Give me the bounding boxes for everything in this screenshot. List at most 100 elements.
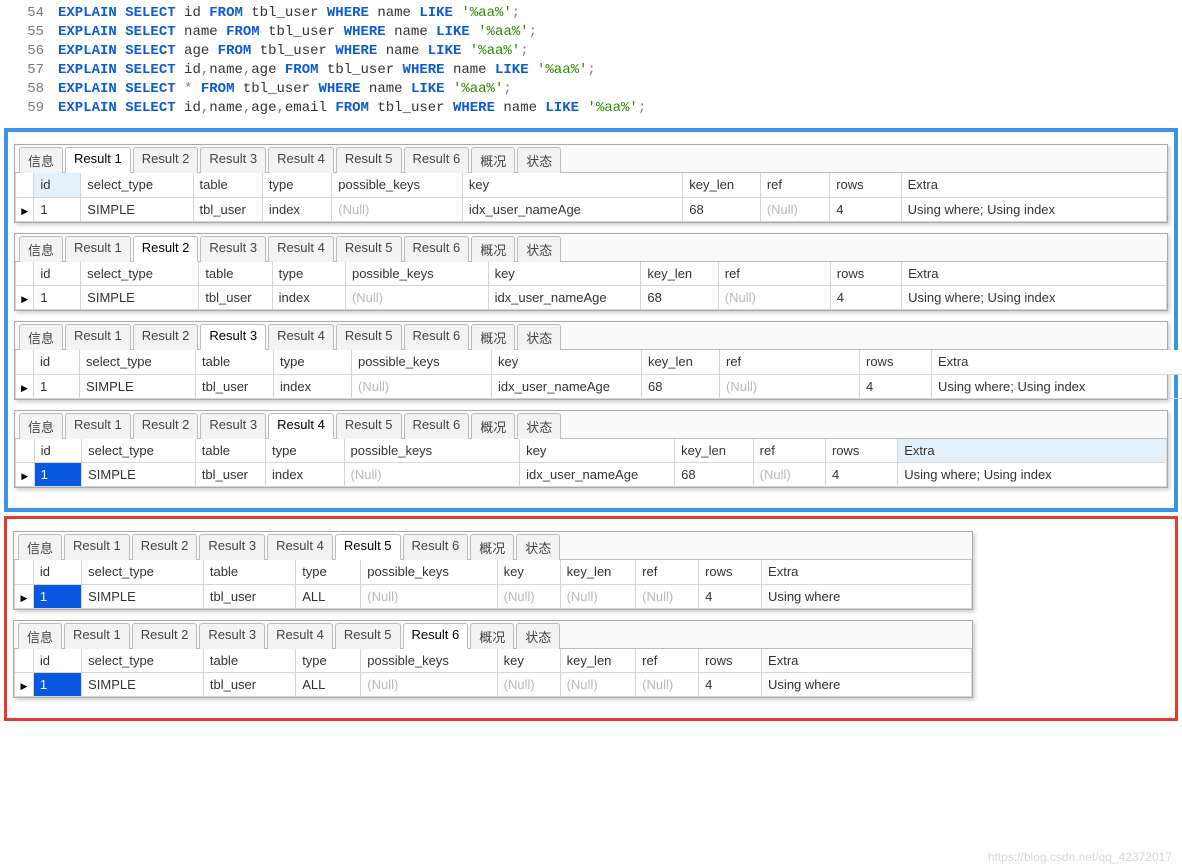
tab-状态[interactable]: 状态	[516, 623, 560, 649]
col-header-ref[interactable]: ref	[760, 173, 829, 197]
code-text[interactable]: EXPLAIN SELECT age FROM tbl_user WHERE n…	[58, 42, 529, 61]
col-header-possible_keys[interactable]: possible_keys	[345, 262, 488, 286]
col-header-table[interactable]: table	[193, 173, 262, 197]
col-header-key_len[interactable]: key_len	[683, 173, 761, 197]
col-header-select_type[interactable]: select_type	[80, 350, 196, 374]
cell-ref[interactable]: (Null)	[720, 374, 860, 398]
cell-table[interactable]: tbl_user	[195, 463, 265, 487]
tab-result1[interactable]: Result 1	[64, 623, 130, 649]
col-header-rows[interactable]: rows	[699, 649, 762, 673]
table-row[interactable]: 1SIMPLEtbl_userindex(Null)idx_user_nameA…	[16, 197, 1167, 221]
code-text[interactable]: EXPLAIN SELECT id,name,age,email FROM tb…	[58, 99, 646, 118]
tab-result1[interactable]: Result 1	[65, 236, 131, 262]
cell-select_type[interactable]: SIMPLE	[82, 463, 196, 487]
table-row[interactable]: 1SIMPLEtbl_userALL(Null)(Null)(Null)(Nul…	[15, 673, 972, 697]
cell-table[interactable]: tbl_user	[196, 374, 274, 398]
tab-概况[interactable]: 概况	[470, 623, 514, 649]
cell-possible_keys[interactable]: (Null)	[361, 673, 497, 697]
tab-result5[interactable]: Result 5	[335, 623, 401, 649]
col-header-select_type[interactable]: select_type	[82, 560, 204, 584]
tab-概况[interactable]: 概况	[470, 534, 514, 560]
tab-result2[interactable]: Result 2	[133, 324, 199, 350]
cell-id[interactable]: 1	[33, 673, 81, 697]
cell-type[interactable]: index	[272, 286, 345, 310]
explain-grid[interactable]: idselect_typetabletypepossible_keyskeyke…	[14, 560, 972, 609]
cell-key_len[interactable]: (Null)	[560, 673, 636, 697]
cell-table[interactable]: tbl_user	[203, 584, 295, 608]
col-header-id[interactable]: id	[34, 262, 81, 286]
cell-ref[interactable]: (Null)	[753, 463, 825, 487]
tab-信息[interactable]: 信息	[19, 147, 63, 173]
col-header-possible_keys[interactable]: possible_keys	[344, 439, 520, 463]
cell-table[interactable]: tbl_user	[193, 197, 262, 221]
cell-table[interactable]: tbl_user	[203, 673, 295, 697]
col-header-type[interactable]: type	[296, 560, 361, 584]
col-header-type[interactable]: type	[266, 439, 345, 463]
tab-result4[interactable]: Result 4	[268, 413, 334, 439]
col-header-select_type[interactable]: select_type	[82, 439, 196, 463]
tab-result3[interactable]: Result 3	[200, 324, 266, 350]
tab-result4[interactable]: Result 4	[268, 236, 334, 262]
col-header-key[interactable]: key	[492, 350, 642, 374]
editor-line[interactable]: 59EXPLAIN SELECT id,name,age,email FROM …	[0, 99, 1182, 118]
cell-key[interactable]: (Null)	[497, 673, 560, 697]
cell-ref[interactable]: (Null)	[636, 673, 699, 697]
cell-rows[interactable]: 4	[830, 286, 901, 310]
tab-信息[interactable]: 信息	[18, 534, 62, 560]
col-header-select_type[interactable]: select_type	[81, 262, 199, 286]
tab-result5[interactable]: Result 5	[336, 147, 402, 173]
col-header-key_len[interactable]: key_len	[560, 560, 636, 584]
col-header-ref[interactable]: ref	[753, 439, 825, 463]
tab-result5[interactable]: Result 5	[336, 236, 402, 262]
editor-line[interactable]: 56EXPLAIN SELECT age FROM tbl_user WHERE…	[0, 42, 1182, 61]
editor-line[interactable]: 58EXPLAIN SELECT * FROM tbl_user WHERE n…	[0, 80, 1182, 99]
tab-信息[interactable]: 信息	[19, 413, 63, 439]
table-row[interactable]: 1SIMPLEtbl_userindex(Null)idx_user_nameA…	[16, 374, 1182, 398]
tab-result5[interactable]: Result 5	[336, 413, 402, 439]
tab-result6[interactable]: Result 6	[404, 324, 470, 350]
col-header-table[interactable]: table	[195, 439, 265, 463]
tab-result6[interactable]: Result 6	[404, 147, 470, 173]
cell-extra[interactable]: Using where	[762, 584, 972, 608]
cell-extra[interactable]: Using where; Using index	[901, 197, 1166, 221]
cell-possible_keys[interactable]: (Null)	[361, 584, 497, 608]
col-header-extra[interactable]: Extra	[902, 262, 1167, 286]
cell-select_type[interactable]: SIMPLE	[80, 374, 196, 398]
code-text[interactable]: EXPLAIN SELECT id,name,age FROM tbl_user…	[58, 61, 596, 80]
tab-状态[interactable]: 状态	[517, 147, 561, 173]
col-header-key_len[interactable]: key_len	[641, 262, 718, 286]
col-header-ref[interactable]: ref	[636, 560, 699, 584]
cell-possible_keys[interactable]: (Null)	[352, 374, 492, 398]
cell-key[interactable]: idx_user_nameAge	[488, 286, 641, 310]
col-header-rows[interactable]: rows	[860, 350, 932, 374]
tab-信息[interactable]: 信息	[19, 324, 63, 350]
tab-result2[interactable]: Result 2	[133, 413, 199, 439]
cell-rows[interactable]: 4	[699, 673, 762, 697]
col-header-extra[interactable]: Extra	[762, 649, 972, 673]
cell-key_len[interactable]: (Null)	[560, 584, 636, 608]
col-header-id[interactable]: id	[33, 649, 81, 673]
cell-possible_keys[interactable]: (Null)	[344, 463, 520, 487]
tab-result3[interactable]: Result 3	[199, 623, 265, 649]
cell-possible_keys[interactable]: (Null)	[345, 286, 488, 310]
col-header-key[interactable]: key	[497, 649, 560, 673]
col-header-extra[interactable]: Extra	[762, 560, 972, 584]
cell-key_len[interactable]: 68	[683, 197, 761, 221]
cell-rows[interactable]: 4	[699, 584, 762, 608]
col-header-key[interactable]: key	[462, 173, 682, 197]
col-header-rows[interactable]: rows	[825, 439, 897, 463]
cell-key[interactable]: (Null)	[497, 584, 560, 608]
tab-result1[interactable]: Result 1	[65, 147, 131, 173]
tab-result2[interactable]: Result 2	[132, 534, 198, 560]
tab-result4[interactable]: Result 4	[268, 147, 334, 173]
tab-result5[interactable]: Result 5	[335, 534, 401, 560]
tab-概况[interactable]: 概况	[471, 324, 515, 350]
col-header-possible_keys[interactable]: possible_keys	[361, 649, 497, 673]
tab-result3[interactable]: Result 3	[200, 147, 266, 173]
tab-result3[interactable]: Result 3	[199, 534, 265, 560]
tab-状态[interactable]: 状态	[517, 413, 561, 439]
cell-id[interactable]: 1	[34, 286, 81, 310]
tab-result2[interactable]: Result 2	[133, 236, 199, 262]
col-header-ref[interactable]: ref	[720, 350, 860, 374]
sql-editor[interactable]: 54EXPLAIN SELECT id FROM tbl_user WHERE …	[0, 0, 1182, 128]
